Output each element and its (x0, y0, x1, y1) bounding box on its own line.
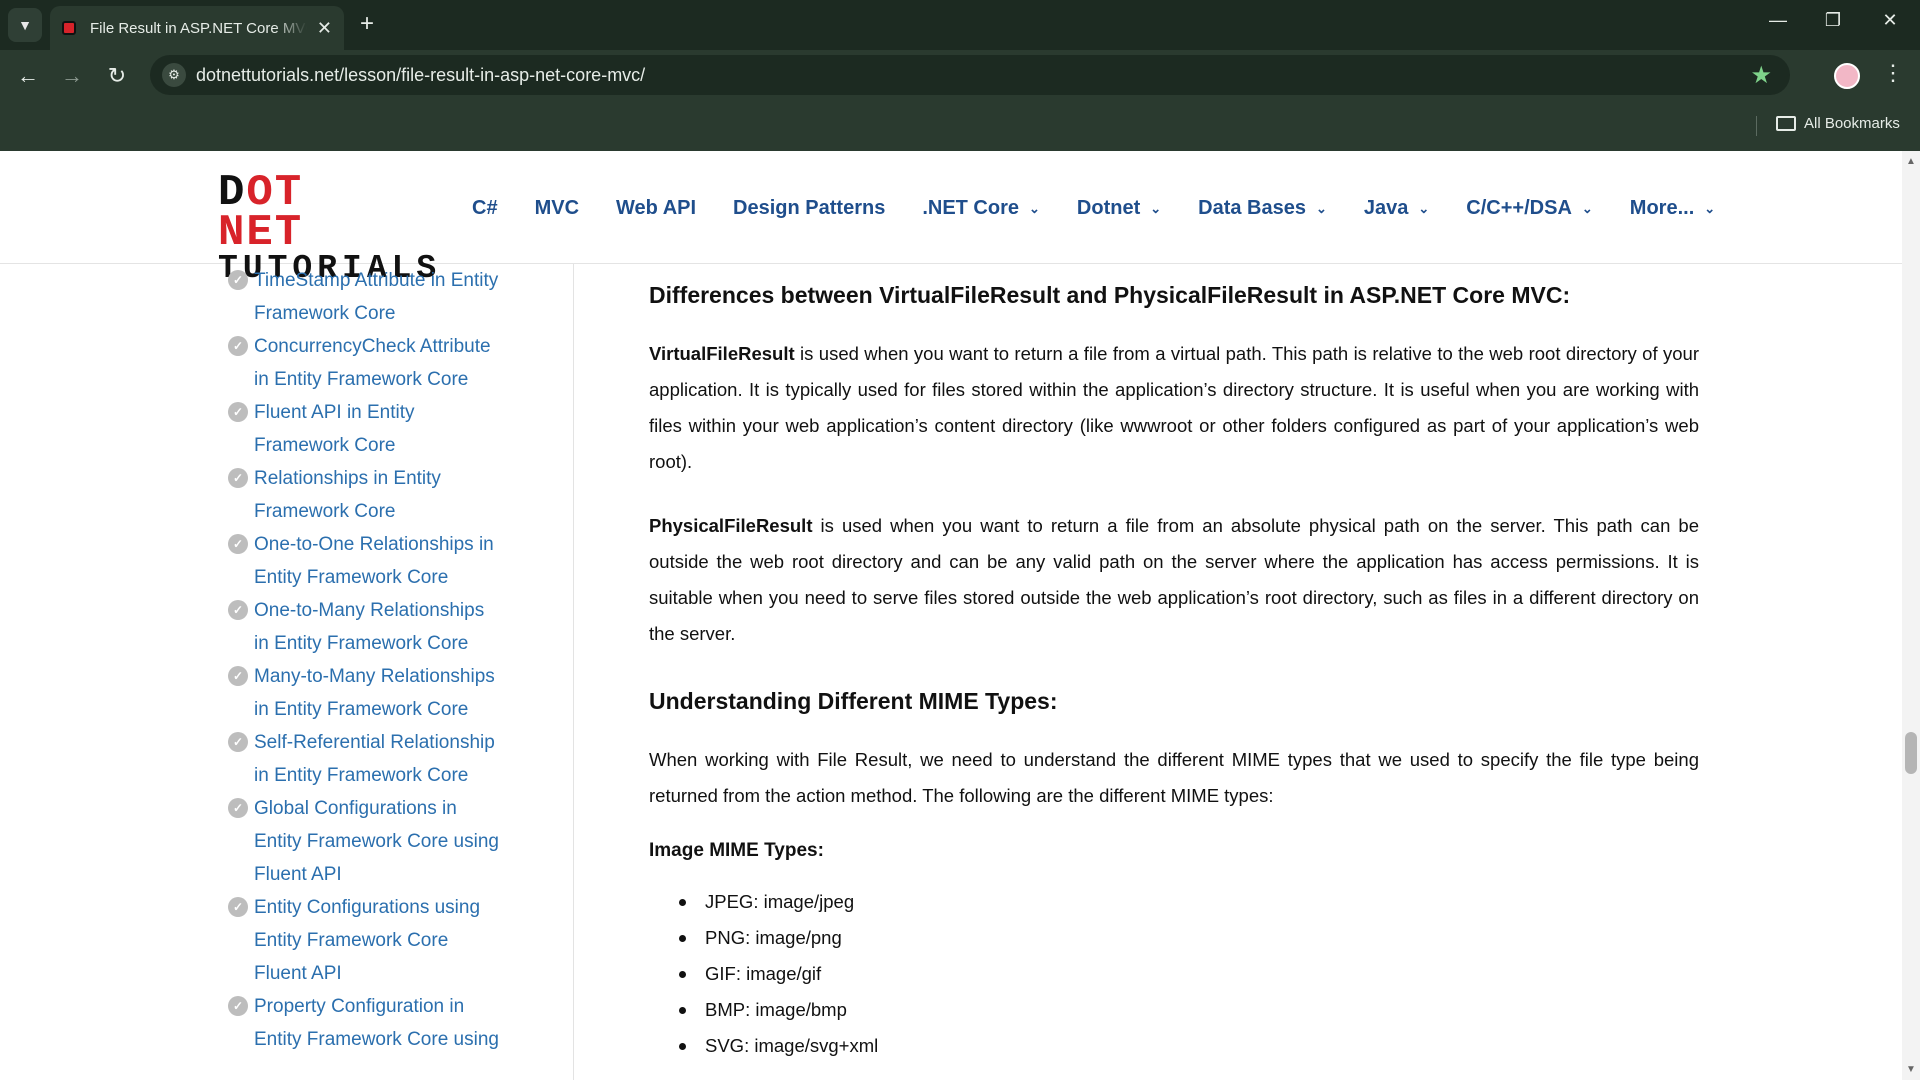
folder-icon (1776, 116, 1796, 131)
nav-item-web-api[interactable]: Web API (616, 197, 696, 220)
new-tab-plus-icon[interactable]: + (353, 10, 381, 38)
nav-item-c-cpp-dsa[interactable]: C/C++/DSA ⌄ (1466, 197, 1593, 220)
page-scrollbar[interactable]: ▲ ▼ (1902, 151, 1920, 1080)
profile-avatar[interactable] (1834, 63, 1860, 89)
check-circle-icon: ✓ (228, 468, 248, 488)
lesson-link[interactable]: One-to-Many Relationships in Entity Fram… (254, 594, 504, 660)
virtualfileresult-term: VirtualFileResult (649, 343, 795, 364)
browser-toolbar: ← → ↻ ⚙ dotnettutorials.net/lesson/file-… (0, 50, 1920, 100)
check-circle-icon: ✓ (228, 996, 248, 1016)
heading-mime-types: Understanding Different MIME Types: (649, 688, 1058, 714)
browser-menu-icon[interactable]: ⋮ (1882, 60, 1904, 86)
browser-tab[interactable]: File Result in ASP.NET Core MVC ✕ (50, 6, 344, 50)
list-item: PNG: image/png (671, 920, 1699, 956)
tab-close-icon[interactable]: ✕ (317, 18, 332, 39)
scrollbar-thumb[interactable] (1905, 732, 1917, 774)
url-text[interactable]: dotnettutorials.net/lesson/file-result-i… (196, 65, 645, 86)
check-circle-icon: ✓ (228, 534, 248, 554)
chevron-down-icon: ⌄ (1029, 200, 1040, 216)
site-logo[interactable]: DOT NET TUTORIALS (218, 171, 436, 285)
nav-item-data-bases[interactable]: Data Bases ⌄ (1198, 197, 1327, 220)
lesson-link[interactable]: Relationships in Entity Framework Core (254, 462, 504, 528)
virtualfileresult-paragraph: VirtualFileResult is used when you want … (649, 336, 1699, 480)
scroll-down-arrow-icon[interactable]: ▼ (1906, 1064, 1916, 1075)
minimize-icon[interactable]: — (1758, 10, 1798, 31)
chevron-down-icon: ⌄ (1315, 200, 1327, 216)
window-close-icon[interactable]: ✕ (1870, 10, 1910, 31)
check-circle-icon: ✓ (228, 897, 248, 917)
mime-intro-paragraph: When working with File Result, we need t… (649, 749, 1699, 806)
list-item: ✓ TimeStamp Attribute in Entity Framework… (228, 264, 528, 330)
heading-differences: Differences between VirtualFileResult an… (649, 282, 1571, 308)
lesson-link[interactable]: Self-Referential Relationship in Entity … (254, 726, 504, 792)
physicalfileresult-paragraph: PhysicalFileResult is used when you want… (649, 508, 1699, 652)
tab-search-chevron-icon[interactable]: ▼ (8, 8, 42, 42)
main-navigation: C# MVC Web API Design Patterns .NET Core… (472, 197, 1752, 220)
list-item: ✓ ConcurrencyCheck Attribute in Entity Fr… (228, 330, 528, 396)
virtualfileresult-text: is used when you want to return a file f… (649, 343, 1699, 472)
physicalfileresult-term: PhysicalFileResult (649, 515, 813, 536)
bookmark-star-icon[interactable]: ★ (1750, 61, 1772, 90)
list-item: ✓ Many-to-Many Relationships in Entity Fr… (228, 660, 528, 726)
check-circle-icon: ✓ (228, 666, 248, 686)
browser-tab-bar: ▼ File Result in ASP.NET Core MVC ✕ + — … (0, 0, 1920, 50)
lesson-link[interactable]: ConcurrencyCheck Attribute in Entity Fra… (254, 330, 504, 396)
lesson-link[interactable]: Property Configuration in Entity Framewo… (254, 990, 504, 1056)
list-item: JPEG: image/jpeg (671, 884, 1699, 920)
nav-item-design-patterns[interactable]: Design Patterns (733, 197, 885, 220)
list-item: ✓ Property Configuration in Entity Framew… (228, 990, 528, 1056)
list-item: ✓ Fluent API in Entity Framework Core (228, 396, 528, 462)
forward-arrow-icon[interactable]: → (58, 62, 86, 90)
list-item: ✓ Entity Configurations using Entity Fram… (228, 891, 528, 990)
bookmarks-divider (1756, 116, 1757, 136)
lesson-link[interactable]: Fluent API in Entity Framework Core (254, 396, 504, 462)
nav-item-mvc[interactable]: MVC (535, 197, 579, 220)
lesson-sidebar: ✓ TimeStamp Attribute in Entity Framework… (0, 264, 574, 1080)
nav-item-dotnet[interactable]: Dotnet ⌄ (1077, 197, 1161, 220)
bookmarks-bar: All Bookmarks (0, 100, 1920, 151)
image-mime-list: JPEG: image/jpeg PNG: image/png GIF: ima… (671, 884, 1699, 1064)
check-circle-icon: ✓ (228, 798, 248, 818)
site-favicon-icon (62, 21, 76, 35)
nav-item-more[interactable]: More... ⌄ (1630, 197, 1715, 220)
reload-icon[interactable]: ↻ (103, 62, 131, 90)
article-content: Differences between VirtualFileResult an… (649, 264, 1699, 1080)
address-bar[interactable]: ⚙ dotnettutorials.net/lesson/file-result… (150, 55, 1790, 95)
list-item: ✓ Relationships in Entity Framework Core (228, 462, 528, 528)
list-item: GIF: image/gif (671, 956, 1699, 992)
site-header: DOT NET TUTORIALS C# MVC Web API Design … (0, 151, 1902, 285)
nav-item-java[interactable]: Java ⌄ (1364, 197, 1429, 220)
image-mime-heading: Image MIME Types: (649, 840, 824, 861)
list-item: ✓ One-to-Many Relationships in Entity Fra… (228, 594, 528, 660)
list-item: SVG: image/svg+xml (671, 1028, 1699, 1064)
lesson-link[interactable]: Many-to-Many Relationships in Entity Fra… (254, 660, 504, 726)
site-info-icon[interactable]: ⚙ (162, 63, 186, 87)
lesson-link[interactable]: One-to-One Relationships in Entity Frame… (254, 528, 504, 594)
chevron-down-icon: ⌄ (1704, 200, 1716, 216)
list-item: ✓ Global Configurations in Entity Framewo… (228, 792, 528, 891)
scroll-up-arrow-icon[interactable]: ▲ (1906, 156, 1916, 167)
lesson-link[interactable]: TimeStamp Attribute in Entity Framework … (254, 264, 504, 330)
all-bookmarks-label: All Bookmarks (1804, 115, 1900, 132)
lesson-list: ✓ TimeStamp Attribute in Entity Framework… (228, 264, 528, 1056)
check-circle-icon: ✓ (228, 600, 248, 620)
check-circle-icon: ✓ (228, 270, 248, 290)
chevron-down-icon: ⌄ (1150, 200, 1162, 216)
all-bookmarks-button[interactable]: All Bookmarks (1776, 115, 1900, 132)
nav-item-net-core[interactable]: .NET Core ⌄ (922, 197, 1040, 220)
back-arrow-icon[interactable]: ← (14, 62, 42, 90)
list-item: ✓ Self-Referential Relationship in Entity… (228, 726, 528, 792)
check-circle-icon: ✓ (228, 336, 248, 356)
chevron-down-icon: ⌄ (1418, 200, 1430, 216)
list-item: ✓ One-to-One Relationships in Entity Fram… (228, 528, 528, 594)
chevron-down-icon: ⌄ (1581, 200, 1593, 216)
list-item: BMP: image/bmp (671, 992, 1699, 1028)
check-circle-icon: ✓ (228, 732, 248, 752)
lesson-link[interactable]: Entity Configurations using Entity Frame… (254, 891, 504, 990)
restore-icon[interactable]: ❐ (1813, 10, 1853, 31)
tab-title: File Result in ASP.NET Core MVC (90, 19, 307, 37)
nav-item-csharp[interactable]: C# (472, 197, 498, 220)
lesson-link[interactable]: Global Configurations in Entity Framewor… (254, 792, 504, 891)
check-circle-icon: ✓ (228, 402, 248, 422)
